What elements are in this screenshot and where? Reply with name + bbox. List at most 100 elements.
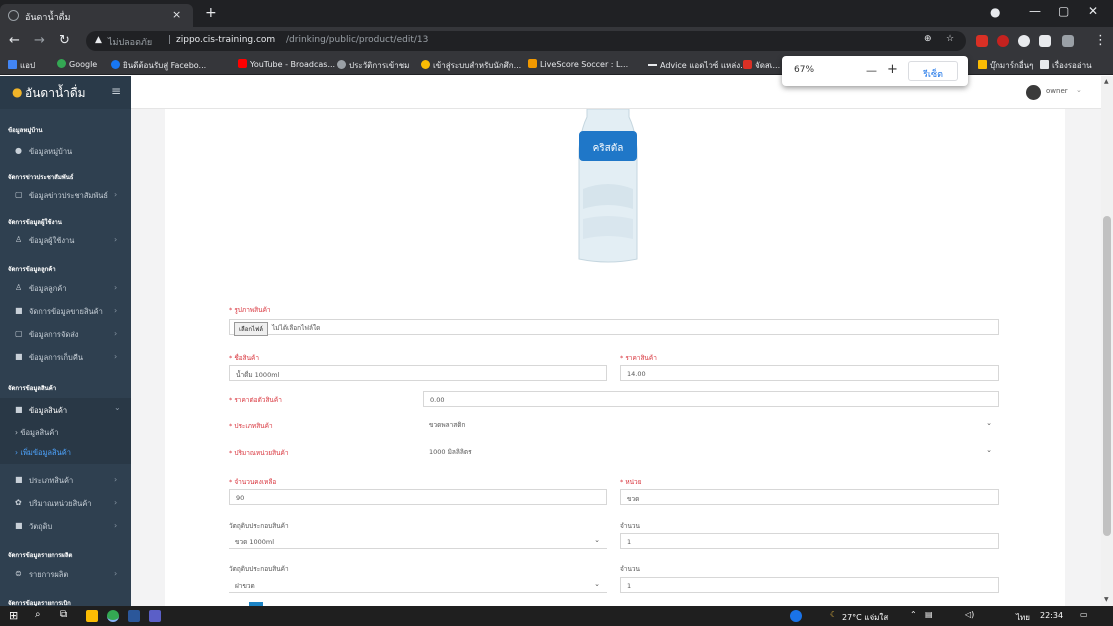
browser-tab[interactable]: อันดาน้ำดื่ม × <box>0 4 193 27</box>
sidebar-subitem-add-product[interactable]: › เพิ่มข้อมูลสินค้า <box>0 442 131 464</box>
tab-close-icon[interactable]: × <box>172 8 181 21</box>
image-file-input[interactable]: เลือกไฟล์ ไม่ได้เลือกไฟล์ใด <box>229 319 999 336</box>
reading-list[interactable]: เรื่องรออ่าน <box>1040 59 1092 72</box>
menu-icon[interactable]: ⋮ <box>1094 33 1107 48</box>
file-status: ไม่ได้เลือกไฟล์ใด <box>272 324 321 332</box>
zoom-reset-button[interactable]: รีเซ็ต <box>908 61 958 81</box>
sidebar-item-customers[interactable]: ♙ ข้อมูลลูกค้า › <box>0 278 131 298</box>
avatar[interactable] <box>1026 85 1041 100</box>
sidebar-item-users[interactable]: ♙ ข้อมูลผู้ใช้งาน › <box>0 230 131 250</box>
volume-icon[interactable]: ◁) <box>965 610 974 619</box>
type-select[interactable]: ขวดพลาสติก ⌄ <box>423 416 999 432</box>
chevron-right-icon: › <box>114 352 118 361</box>
chevron-down-icon[interactable]: ⌄ <box>1076 86 1082 94</box>
clock[interactable]: 22:34 <box>1040 611 1063 620</box>
price-input[interactable]: 14.00 <box>620 365 999 381</box>
close-window-icon[interactable]: ✕ <box>1088 4 1098 18</box>
task-view-icon[interactable]: ⧉ <box>60 609 72 621</box>
bookmark-apps[interactable]: แอป <box>8 59 35 72</box>
search-icon[interactable]: ⌕ <box>35 609 47 621</box>
sidebar-item-product-types[interactable]: ■ ประเภทสินค้า › <box>0 470 131 490</box>
reload-icon[interactable]: ↻ <box>59 33 70 48</box>
help-icon[interactable] <box>790 610 802 622</box>
bookmark-history[interactable]: ประวัติการเข้าชม <box>337 59 409 72</box>
notifications-icon[interactable]: ▭ <box>1080 610 1088 619</box>
profile-avatar-icon[interactable] <box>1062 35 1074 47</box>
extension-icon-1[interactable] <box>976 35 988 47</box>
page-scrollbar[interactable]: ▲ ▼ <box>1101 76 1113 606</box>
adblock-icon[interactable] <box>997 35 1009 47</box>
minimize-icon[interactable]: — <box>1029 4 1041 18</box>
sidebar-item-unit-volume[interactable]: ✿ ปริมาณหน่วยสินค้า › <box>0 493 131 513</box>
url-bar[interactable]: ▲ ไม่ปลอดภัย | zippo.cis-training.com /d… <box>86 31 966 51</box>
bookmark-others[interactable]: บุ๊กมาร์กอื่นๆ <box>978 59 1033 72</box>
teams-icon[interactable] <box>149 610 161 622</box>
unit-price-label: * ราคาต่อตัวสินค้า <box>229 396 282 404</box>
material-label: วัตถุดิบประกอบสินค้า <box>229 565 289 573</box>
tab-title: อันดาน้ำดื่ม <box>25 13 71 23</box>
sidebar-item-news[interactable]: ▢ ข้อมูลข่าวประชาสัมพันธ์ › <box>0 185 131 205</box>
moon-weather-icon: ☾ <box>830 610 838 619</box>
word-icon[interactable] <box>128 610 140 622</box>
scrollbar-thumb[interactable] <box>1103 216 1111 536</box>
nb-icon <box>743 60 752 69</box>
sidebar-item-materials[interactable]: ■ วัตถุดิบ › <box>0 516 131 536</box>
sidebar-item-sales[interactable]: ■ จัดการข้อมูลขายสินค้า › <box>0 301 131 321</box>
profile-icon[interactable]: ● <box>990 5 1000 19</box>
network-icon[interactable]: ▤ <box>925 610 933 619</box>
tray-chevron-up-icon[interactable]: ⌃ <box>910 610 917 619</box>
product-name-input[interactable]: น้ำดื่ม 1000ml <box>229 365 607 381</box>
language-indicator[interactable]: ไทย <box>1016 611 1030 624</box>
sidebar-item-delivery[interactable]: ▢ ข้อมูลการจัดส่ง › <box>0 324 131 344</box>
maximize-icon[interactable]: ▢ <box>1058 4 1069 18</box>
material-label: วัตถุดิบประกอบสินค้า <box>229 522 289 530</box>
browser-titlebar: อันดาน้ำดื่ม × + ● — ▢ ✕ <box>0 0 1113 27</box>
unit-input[interactable]: ขวด <box>620 489 999 505</box>
sidebar-item-products[interactable]: ■ ข้อมูลสินค้า ⌄ <box>0 398 131 422</box>
extension-icon-3[interactable] <box>1018 35 1030 47</box>
windows-taskbar: ⊞ ⌕ ⧉ ☾ 27°C แจ่มใส ⌃ ▤ ◁) ไทย 22:34 ▭ <box>0 606 1113 626</box>
qty-input-1[interactable]: 1 <box>620 533 999 549</box>
bookmark-facebook[interactable]: ยินดีต้อนรับสู่ Facebo... <box>111 59 206 72</box>
hamburger-icon[interactable]: ≡ <box>111 84 121 98</box>
bookmark-google[interactable]: Google <box>57 59 97 69</box>
youtube-icon <box>238 59 247 68</box>
zoom-popup: 67% — + รีเซ็ต <box>782 56 968 86</box>
weather-text[interactable]: 27°C แจ่มใส <box>842 611 888 624</box>
section-heading: จัดการข้อมูลสินค้า <box>8 385 57 392</box>
sidebar-item-village[interactable]: ● ข้อมูลหมู่บ้าน <box>0 141 131 161</box>
qty-input-2[interactable]: 1 <box>620 577 999 593</box>
back-icon[interactable]: ← <box>9 33 20 48</box>
new-tab-icon[interactable]: + <box>205 5 217 21</box>
sidebar-item-production[interactable]: ⊜ รายการผลิต › <box>0 564 131 584</box>
bookmark-student-login[interactable]: เข้าสู่ระบบสำหรับนักศึก... <box>421 59 521 72</box>
bookmark-advice[interactable]: Advice แอดไวซ์ แหล่ง... <box>648 59 748 72</box>
sidebar-item-returns[interactable]: ■ ข้อมูลการเก็บคืน › <box>0 347 131 367</box>
material-select-1[interactable]: ขวด 1000ml ⌄ <box>229 533 607 549</box>
chrome-icon[interactable] <box>107 610 119 622</box>
zoom-icon[interactable]: ⊕ <box>924 34 932 44</box>
bookmark-youtube[interactable]: YouTube - Broadcas... <box>238 59 335 69</box>
bookmark-livescore[interactable]: LiveScore Soccer : L... <box>528 59 628 69</box>
sidebar-subitem-product-list[interactable]: › ข้อมูลสินค้า <box>0 422 131 442</box>
production-icon: ⊜ <box>15 569 22 578</box>
tab-favicon-icon <box>8 10 19 21</box>
material-select-2[interactable]: ฝาขวด ⌄ <box>229 577 607 593</box>
user-name[interactable]: owner <box>1046 87 1068 95</box>
star-icon[interactable]: ☆ <box>946 34 954 44</box>
windows-start-icon[interactable]: ⊞ <box>9 610 21 622</box>
scroll-down-icon[interactable]: ▼ <box>1104 596 1109 603</box>
scroll-up-icon[interactable]: ▲ <box>1104 78 1109 85</box>
zoom-out-button[interactable]: — <box>866 64 877 77</box>
volume-select[interactable]: 1000 มิลลิลิตร ⌄ <box>423 443 999 459</box>
unit-price-input[interactable]: 0.00 <box>423 391 999 407</box>
stock-input[interactable]: 90 <box>229 489 607 505</box>
zoom-in-button[interactable]: + <box>887 62 898 77</box>
extensions-puzzle-icon[interactable] <box>1039 35 1051 47</box>
user-icon: ♙ <box>15 283 23 292</box>
forward-icon[interactable]: → <box>34 33 45 48</box>
security-label: ไม่ปลอดภัย <box>108 38 153 48</box>
bookmark-misc[interactable]: จัดสเ... <box>743 59 780 72</box>
file-explorer-icon[interactable] <box>86 610 98 622</box>
choose-file-button[interactable]: เลือกไฟล์ <box>234 322 268 336</box>
